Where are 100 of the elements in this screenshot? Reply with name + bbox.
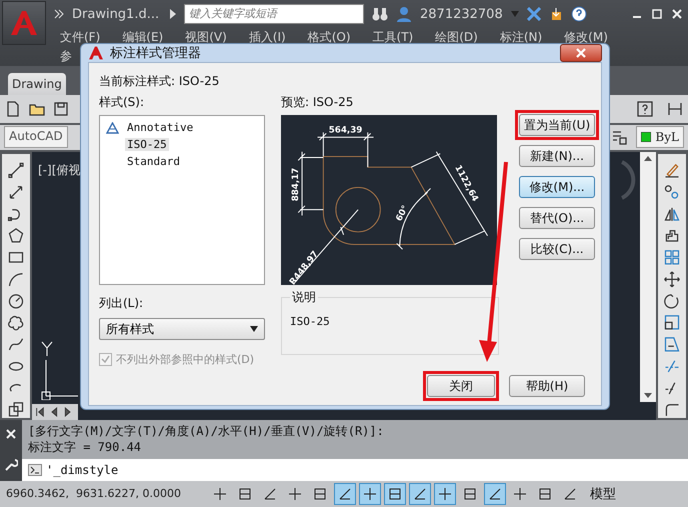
maximize-icon[interactable] bbox=[652, 9, 662, 19]
stretch-icon[interactable] bbox=[663, 336, 681, 353]
menu-item[interactable]: 插入(I) bbox=[248, 28, 286, 46]
double-arrow-line-icon[interactable] bbox=[7, 184, 25, 201]
menu-item[interactable]: 标注(N) bbox=[500, 28, 542, 46]
toggle-glyph-icon bbox=[213, 486, 227, 501]
current-style-label: 当前标注样式: ISO-25 bbox=[99, 73, 220, 90]
status-toggle[interactable] bbox=[334, 482, 356, 505]
window-title: Drawing1.d... bbox=[72, 6, 160, 22]
pentagon-icon[interactable] bbox=[7, 227, 25, 244]
toggle-glyph-icon bbox=[363, 486, 377, 501]
command-prompt-icon[interactable] bbox=[28, 464, 42, 476]
menu-item[interactable]: 视图(V) bbox=[185, 28, 227, 46]
dimension-text: 884,17 bbox=[291, 168, 302, 202]
dialog-button[interactable]: 比较(C)... bbox=[519, 238, 595, 260]
line-icon[interactable] bbox=[7, 162, 25, 179]
binoculars-icon[interactable] bbox=[372, 7, 388, 21]
fillet-icon[interactable] bbox=[663, 401, 681, 418]
menu-item[interactable]: 文件(F) bbox=[60, 28, 100, 46]
app-menu-button[interactable] bbox=[2, 1, 46, 45]
mirror-icon[interactable] bbox=[663, 206, 681, 222]
vertical-scrollbar[interactable] bbox=[640, 152, 656, 402]
copy-circles-icon[interactable] bbox=[663, 184, 681, 201]
x-logo-icon[interactable] bbox=[526, 7, 541, 21]
toggle-glyph-icon bbox=[413, 486, 427, 501]
scroll-down-icon[interactable] bbox=[644, 393, 652, 398]
dialog-button[interactable]: 修改(M)... bbox=[519, 176, 595, 198]
file-tab[interactable]: Drawing bbox=[8, 73, 66, 96]
command-history-line: [多行文字(M)/文字(T)/角度(A)/水平(H)/垂直(V)/旋转(R)]: bbox=[28, 423, 385, 440]
xref-checkbox-label: 不列出外部参照中的样式(D) bbox=[116, 352, 254, 367]
list-label: 列出(L): bbox=[99, 295, 144, 312]
overflow-chevron-icon[interactable] bbox=[54, 9, 64, 19]
close-icon[interactable] bbox=[6, 429, 16, 440]
dialog-button[interactable]: 关闭 bbox=[427, 375, 495, 397]
menu-item[interactable]: 编辑(E) bbox=[122, 28, 164, 46]
command-history-line: 标注文字 = 790.44 bbox=[28, 439, 142, 456]
close-icon bbox=[576, 48, 586, 58]
coordinates-readout: 6960.3462, 9631.6227, 0.0000 bbox=[6, 487, 182, 500]
dialog-button[interactable]: 帮助(H) bbox=[509, 375, 585, 397]
menu-item[interactable]: 绘图(D) bbox=[435, 28, 478, 46]
array-grid-icon[interactable] bbox=[663, 249, 681, 266]
pencil-icon[interactable] bbox=[663, 162, 681, 179]
menu-item[interactable]: 格式(O) bbox=[308, 28, 351, 46]
rotate-icon[interactable] bbox=[663, 292, 681, 310]
toggle-glyph-icon bbox=[263, 486, 277, 501]
style-list-item[interactable]: Standard bbox=[125, 155, 182, 168]
wrench-icon[interactable] bbox=[4, 458, 18, 472]
app-logo-icon bbox=[9, 9, 39, 37]
play-arrow-icon[interactable] bbox=[170, 9, 176, 19]
model-tab[interactable]: 模型 bbox=[590, 484, 616, 503]
style-list-item[interactable]: Annotative bbox=[125, 121, 196, 134]
menu-item[interactable]: 参 bbox=[60, 48, 72, 64]
dropdown-caret-icon bbox=[250, 326, 258, 332]
dropdown-caret-icon bbox=[510, 11, 519, 17]
toggle-glyph-icon bbox=[513, 486, 527, 501]
dialog-title: 标注样式管理器 bbox=[110, 45, 201, 62]
toggle-glyph-icon bbox=[488, 486, 502, 501]
layer-dropdown[interactable]: ByL bbox=[636, 126, 684, 148]
first-page-icon[interactable] bbox=[34, 406, 46, 418]
dialog-button[interactable]: 替代(O)... bbox=[519, 207, 595, 229]
close-button[interactable] bbox=[560, 44, 602, 62]
menu-item[interactable]: 修改(M) bbox=[564, 28, 608, 46]
block-icon[interactable] bbox=[7, 401, 25, 418]
help-icon[interactable] bbox=[570, 6, 587, 22]
style-list-item[interactable]: ISO-25 bbox=[125, 138, 169, 151]
command-input[interactable]: '_dimstyle bbox=[22, 458, 688, 481]
search-field[interactable]: 键入关键字或短语 bbox=[184, 4, 364, 24]
scroll-up-icon[interactable] bbox=[644, 156, 652, 162]
trim-line-icon[interactable] bbox=[663, 358, 681, 375]
cloud-icon[interactable] bbox=[7, 314, 25, 332]
preview-label: 预览: ISO-25 bbox=[281, 94, 354, 111]
offset-shape-icon[interactable] bbox=[663, 227, 681, 244]
user-icon[interactable] bbox=[396, 6, 412, 22]
workspace-dropdown[interactable]: AutoCAD bbox=[4, 126, 68, 148]
scale-squares-icon[interactable] bbox=[663, 314, 681, 332]
app-logo-icon bbox=[88, 45, 104, 61]
status-toggle[interactable] bbox=[359, 482, 381, 505]
toggle-glyph-icon bbox=[563, 486, 577, 501]
layer-name: ByL bbox=[655, 130, 679, 144]
circle-icon[interactable] bbox=[7, 292, 25, 310]
arc-icon[interactable] bbox=[7, 270, 25, 288]
status-toggle[interactable] bbox=[409, 482, 431, 505]
dialog-button[interactable]: 置为当前(U) bbox=[519, 114, 596, 136]
close-icon[interactable] bbox=[672, 9, 682, 19]
menu-item[interactable]: 工具(T) bbox=[372, 28, 414, 46]
toggle-glyph-icon bbox=[338, 486, 352, 501]
toggle-glyph-icon bbox=[463, 486, 477, 501]
list-filter-dropdown[interactable]: 所有样式 bbox=[99, 318, 265, 340]
dialog-button[interactable]: 新建(N)... bbox=[519, 145, 595, 167]
toggle-glyph-icon bbox=[438, 486, 452, 501]
spline-icon[interactable] bbox=[7, 336, 25, 353]
toggle-glyph-icon bbox=[388, 486, 402, 501]
status-toggle[interactable] bbox=[484, 482, 506, 505]
toggle-glyph-icon bbox=[538, 486, 552, 501]
status-toggle[interactable] bbox=[384, 482, 406, 505]
layer-color-swatch-icon bbox=[641, 132, 652, 142]
help-icon[interactable] bbox=[636, 100, 654, 118]
move-arrows-icon[interactable] bbox=[663, 270, 681, 288]
dimension-text: 60° bbox=[394, 204, 411, 224]
status-toggle[interactable] bbox=[434, 482, 456, 505]
